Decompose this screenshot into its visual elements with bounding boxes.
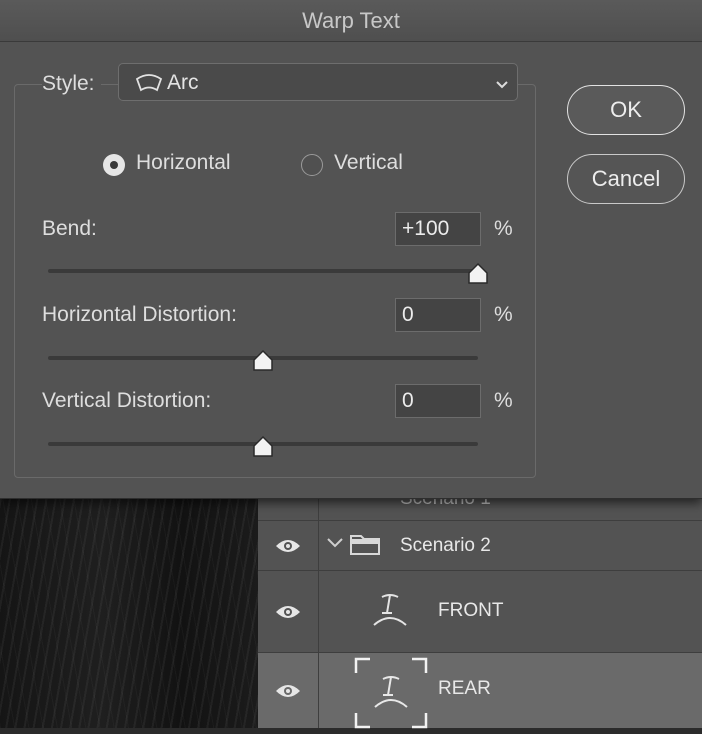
ok-button[interactable]: OK	[567, 85, 685, 135]
chevron-down-icon	[495, 77, 509, 95]
canvas-image	[0, 498, 258, 728]
style-value: Arc	[167, 71, 199, 94]
h-distortion-label: Horizontal Distortion:	[42, 303, 237, 326]
bend-label: Bend:	[42, 217, 97, 240]
v-distortion-label: Vertical Distortion:	[42, 389, 212, 412]
h-distortion-slider-thumb[interactable]	[251, 349, 275, 373]
layer-row-front[interactable]: FRONT	[258, 571, 702, 653]
bend-input[interactable]: +100	[395, 212, 481, 246]
style-label: Style:	[42, 72, 101, 96]
chevron-down-icon[interactable]	[326, 536, 344, 554]
v-distortion-slider-thumb[interactable]	[251, 435, 275, 459]
layer-row-rear[interactable]: REAR	[258, 653, 702, 729]
dialog-title: Warp Text	[0, 0, 702, 42]
vertical-radio[interactable]	[301, 154, 323, 176]
arc-warp-icon	[135, 73, 163, 98]
visibility-eye-icon[interactable]	[258, 521, 319, 570]
visibility-eye-icon[interactable]	[258, 653, 319, 728]
warped-text-icon	[370, 591, 410, 636]
folder-icon	[350, 533, 380, 560]
visibility-eye-icon[interactable]	[258, 571, 319, 652]
v-distortion-input[interactable]: 0	[395, 384, 481, 418]
bend-slider-thumb[interactable]	[466, 262, 490, 286]
v-distortion-unit: %	[494, 389, 513, 412]
warped-text-icon	[354, 657, 428, 734]
bend-slider-track[interactable]	[48, 269, 478, 273]
h-distortion-input[interactable]: 0	[395, 298, 481, 332]
horizontal-radio[interactable]	[103, 154, 125, 176]
style-dropdown[interactable]: Arc	[118, 63, 518, 101]
cancel-button[interactable]: Cancel	[567, 154, 685, 204]
layer-name: Scenario 2	[400, 535, 491, 556]
horizontal-label[interactable]: Horizontal	[136, 151, 231, 175]
bend-unit: %	[494, 217, 513, 240]
layer-name: REAR	[438, 678, 491, 699]
layer-row-scenario-2[interactable]: Scenario 2	[258, 521, 702, 571]
eye-cell	[258, 498, 319, 520]
layer-name: FRONT	[438, 600, 504, 621]
h-distortion-unit: %	[494, 303, 513, 326]
settings-group	[14, 84, 536, 478]
warp-text-dialog: Warp Text Style: Arc Horizontal Vertical…	[0, 0, 702, 499]
vertical-label[interactable]: Vertical	[334, 151, 403, 175]
layers-panel: Scenario 1 Scenario 2 FRONT	[258, 488, 702, 729]
layer-row-partial[interactable]: Scenario 1	[258, 488, 702, 521]
